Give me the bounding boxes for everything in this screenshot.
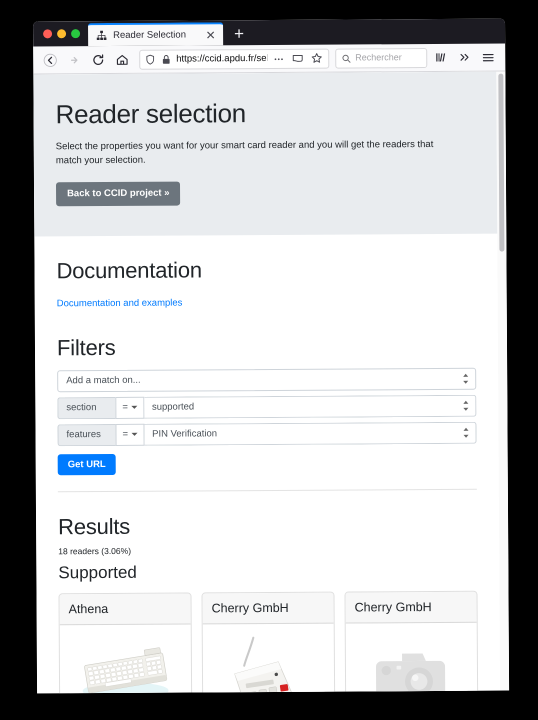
results-count: 18 readers (3.06%) xyxy=(58,545,132,557)
chevron-updown-icon xyxy=(462,400,469,411)
filter-value: PIN Verification xyxy=(152,428,218,440)
sitemap-icon xyxy=(96,30,107,41)
browser-tab[interactable]: Reader Selection ✕ xyxy=(88,22,224,47)
arrow-left-icon[interactable] xyxy=(39,49,61,71)
chevron-updown-icon xyxy=(462,373,469,384)
get-url-button[interactable]: Get URL xyxy=(57,453,116,476)
supported-subheading: Supported xyxy=(58,562,137,583)
filter-field-label: features xyxy=(57,423,116,446)
tab-strip: Reader Selection ✕ + xyxy=(33,18,506,47)
url-bar[interactable]: https://ccid.apdu.fr/select_readers/?s xyxy=(139,48,330,70)
filter-operator-value: = xyxy=(122,428,129,440)
reload-icon[interactable] xyxy=(87,48,109,70)
reader-image-container xyxy=(346,623,478,694)
search-placeholder: Rechercher xyxy=(355,52,402,63)
reader-image-container xyxy=(203,624,335,694)
filters-form: Add a match on... section = supported fe… xyxy=(57,367,477,476)
chevron-updown-icon xyxy=(462,427,469,438)
close-icon[interactable]: ✕ xyxy=(204,28,217,42)
maximize-window-button[interactable] xyxy=(71,29,81,39)
chevron-down-icon xyxy=(130,405,137,409)
shield-icon xyxy=(146,54,155,65)
filter-operator-dropdown[interactable]: = xyxy=(115,423,145,446)
page-content: Reader selection Select the properties y… xyxy=(33,71,509,694)
filter-row: features = PIN Verification xyxy=(57,421,477,446)
reader-vendor-name: Cherry GmbH xyxy=(345,591,477,624)
reader-vendor-name: Athena xyxy=(59,593,191,626)
star-icon[interactable] xyxy=(309,51,324,66)
tab-title: Reader Selection xyxy=(113,30,187,41)
arrow-right-icon xyxy=(63,49,85,71)
home-icon[interactable] xyxy=(111,48,133,70)
chevron-double-right-icon[interactable] xyxy=(453,46,475,68)
search-icon xyxy=(342,54,351,63)
hamburger-menu-icon[interactable] xyxy=(477,46,499,68)
browser-window: Reader Selection ✕ + https://ccid.apdu.f… xyxy=(33,18,510,694)
reader-card[interactable]: Athena xyxy=(58,592,193,694)
reader-card[interactable]: Cherry GmbH xyxy=(201,591,336,694)
results-card-grid: Athena Cherry GmbH Cherry GmbH xyxy=(58,590,479,694)
filter-row-add-match: Add a match on... xyxy=(57,367,477,392)
chevron-down-icon xyxy=(131,432,138,436)
window-controls xyxy=(41,21,88,46)
hero-jumbotron: Reader selection Select the properties y… xyxy=(33,71,498,236)
filters-heading: Filters xyxy=(56,334,116,360)
plus-icon[interactable]: + xyxy=(226,22,252,45)
divider xyxy=(57,488,477,493)
documentation-heading: Documentation xyxy=(56,256,202,283)
filter-field-label: section xyxy=(57,396,116,419)
hero-description: Select the properties you want for your … xyxy=(55,138,434,167)
navigation-toolbar: https://ccid.apdu.fr/select_readers/?s R… xyxy=(33,43,506,75)
back-to-ccid-project-button[interactable]: Back to CCID project » xyxy=(55,181,181,206)
results-heading: Results xyxy=(58,513,131,540)
filter-value-select[interactable]: PIN Verification xyxy=(144,421,477,446)
filter-value-select[interactable]: supported xyxy=(143,394,477,419)
search-input[interactable]: Rechercher xyxy=(335,47,428,69)
scrollbar-thumb[interactable] xyxy=(498,73,505,252)
lock-icon xyxy=(162,54,170,64)
ellipsis-icon[interactable] xyxy=(271,51,286,66)
reader-view-icon[interactable] xyxy=(290,51,305,66)
reader-image-container xyxy=(60,625,192,694)
filter-operator-value: = xyxy=(122,401,128,413)
add-match-label: Add a match on... xyxy=(66,374,141,387)
reader-vendor-name: Cherry GmbH xyxy=(202,592,334,625)
documentation-and-examples-link[interactable]: Documentation and examples xyxy=(57,297,183,309)
page-viewport: Reader selection Select the properties y… xyxy=(33,71,510,694)
main-content: Documentation Documentation and examples… xyxy=(34,255,500,694)
filter-value: supported xyxy=(151,401,195,413)
filter-operator-dropdown[interactable]: = xyxy=(115,396,144,419)
broken-image-placeholder-icon xyxy=(355,630,468,694)
keyboard-reader-image xyxy=(69,632,182,694)
filter-row: section = supported xyxy=(57,394,477,419)
reader-card[interactable]: Cherry GmbH xyxy=(344,590,479,694)
close-window-button[interactable] xyxy=(43,29,53,39)
add-a-match-on-select[interactable]: Add a match on... xyxy=(57,367,477,392)
minimize-window-button[interactable] xyxy=(57,29,67,39)
pinpad-reader-image xyxy=(212,631,325,694)
page-title: Reader selection xyxy=(55,98,246,130)
url-text: https://ccid.apdu.fr/select_readers/?s xyxy=(176,53,268,64)
library-icon[interactable] xyxy=(429,46,451,68)
